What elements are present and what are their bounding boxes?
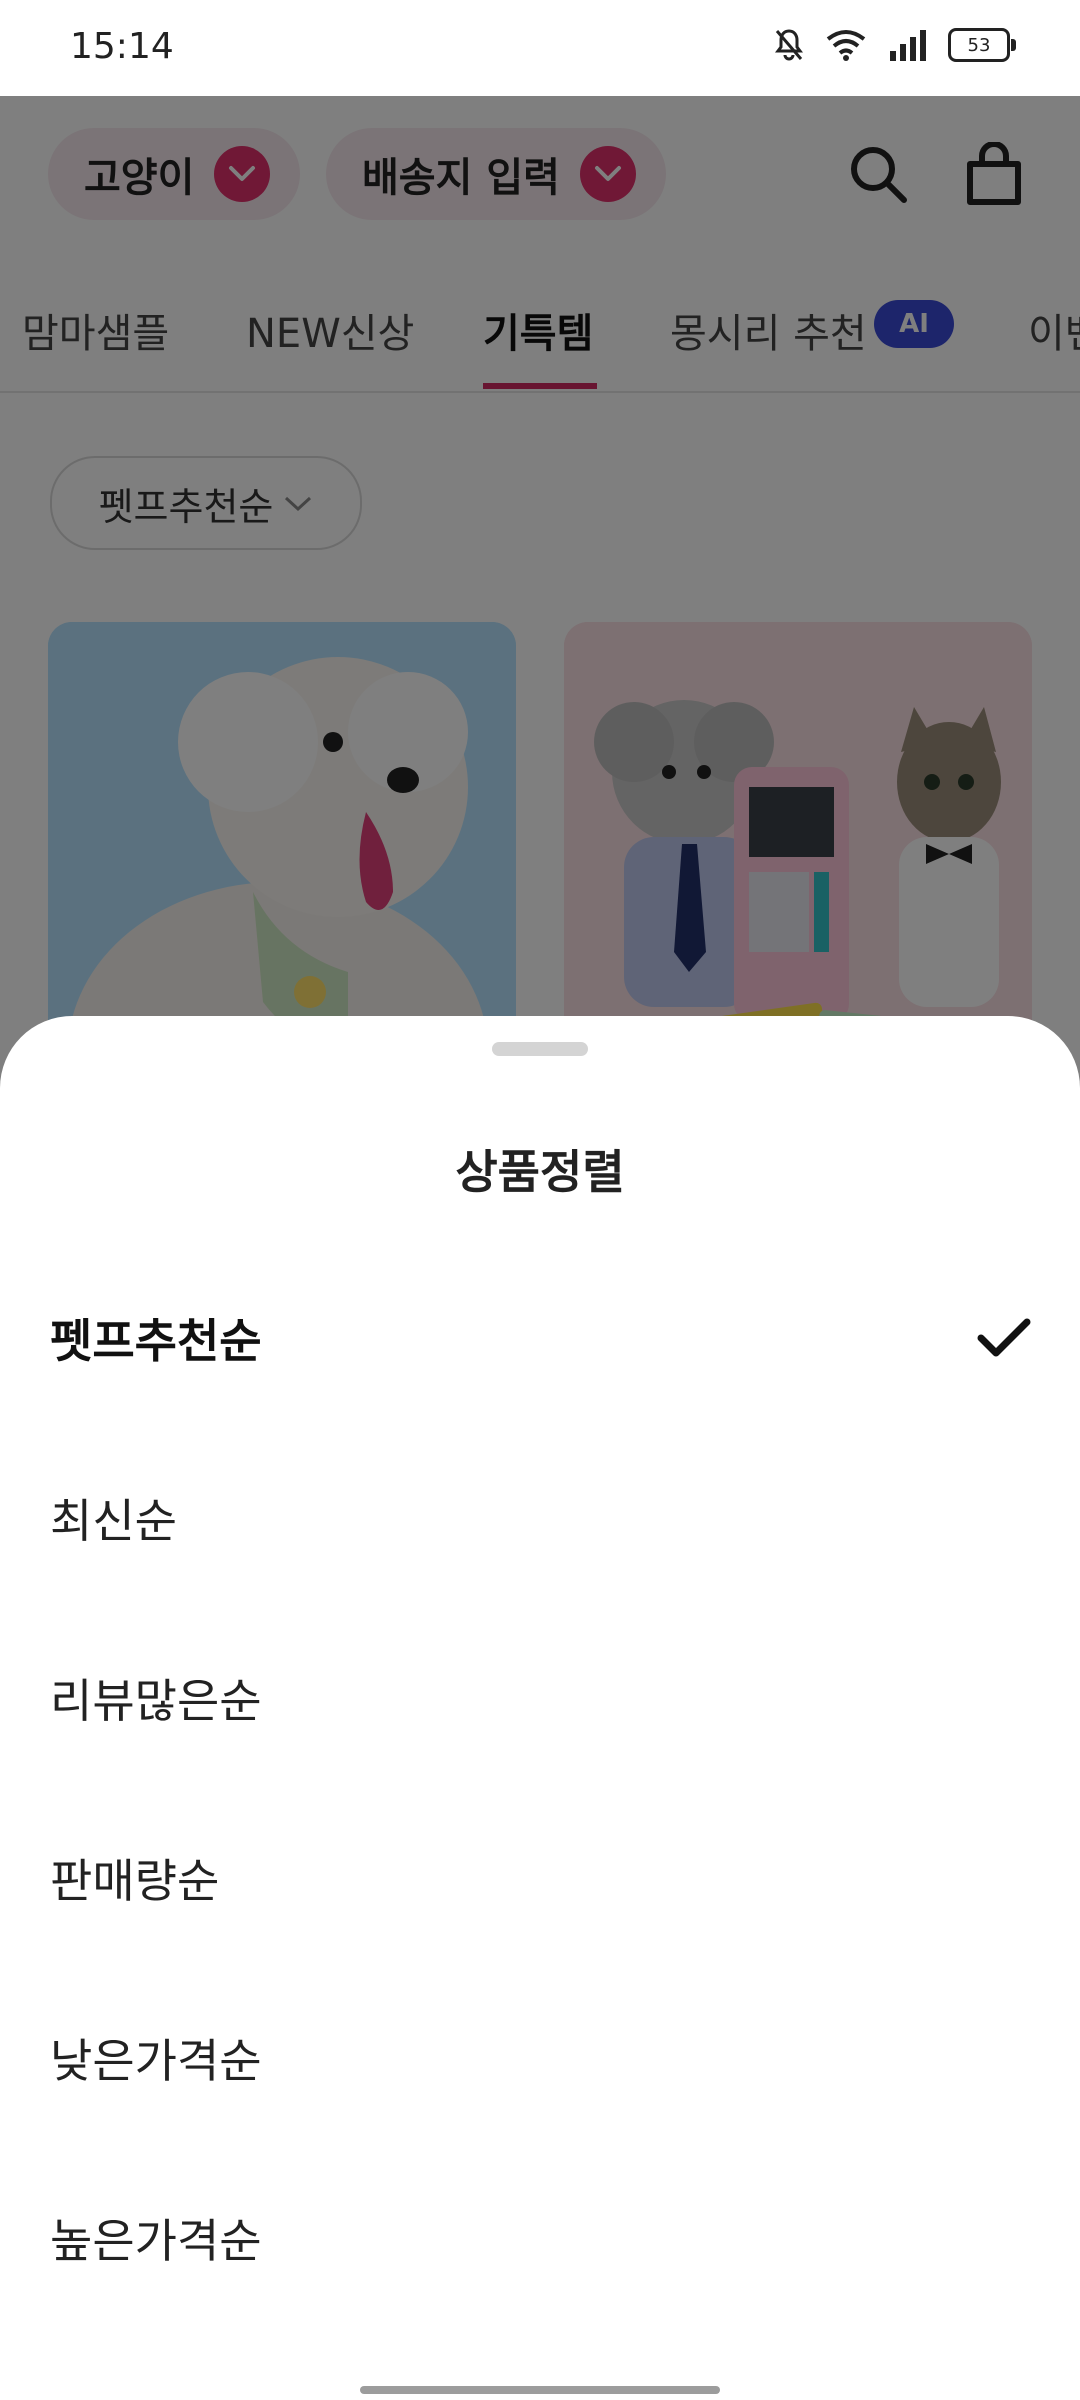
sort-option-lowest-price[interactable]: 낮은가격순 [0,1968,1080,2148]
sort-option-best-selling[interactable]: 판매량순 [0,1788,1080,1968]
status-bar: 15:14 53 [0,0,1080,96]
sort-option-recommended[interactable]: 펫프추천순 [0,1248,1080,1428]
status-icons: 53 [774,28,1016,62]
bell-muted-icon [775,29,803,61]
check-icon [977,1318,1031,1357]
battery-level: 53 [967,34,991,56]
sort-bottom-sheet: 상품정렬 펫프추천순 최신순 리뷰많은순 판매량순 낮은가격순 높은가격순 [0,1016,1080,2400]
sort-option-highest-price[interactable]: 높은가격순 [0,2148,1080,2328]
sort-option-most-reviews[interactable]: 리뷰많은순 [0,1608,1080,1788]
sort-option-label: 펫프추천순 [50,1314,262,1368]
sort-option-label: 최신순 [50,1494,177,1548]
sort-option-label: 리뷰많은순 [50,1674,262,1728]
sort-option-label: 판매량순 [50,1854,220,1908]
sheet-title: 상품정렬 [455,1145,625,1199]
signal-icon [890,30,926,61]
sort-option-newest[interactable]: 최신순 [0,1428,1080,1608]
battery-icon: 53 [948,28,1016,62]
sort-option-label: 낮은가격순 [50,2034,262,2088]
wifi-icon [826,30,866,61]
drag-handle[interactable] [492,1042,588,1056]
home-indicator[interactable] [360,2386,720,2394]
sort-option-label: 높은가격순 [50,2214,262,2268]
status-time: 15:14 [70,26,174,67]
